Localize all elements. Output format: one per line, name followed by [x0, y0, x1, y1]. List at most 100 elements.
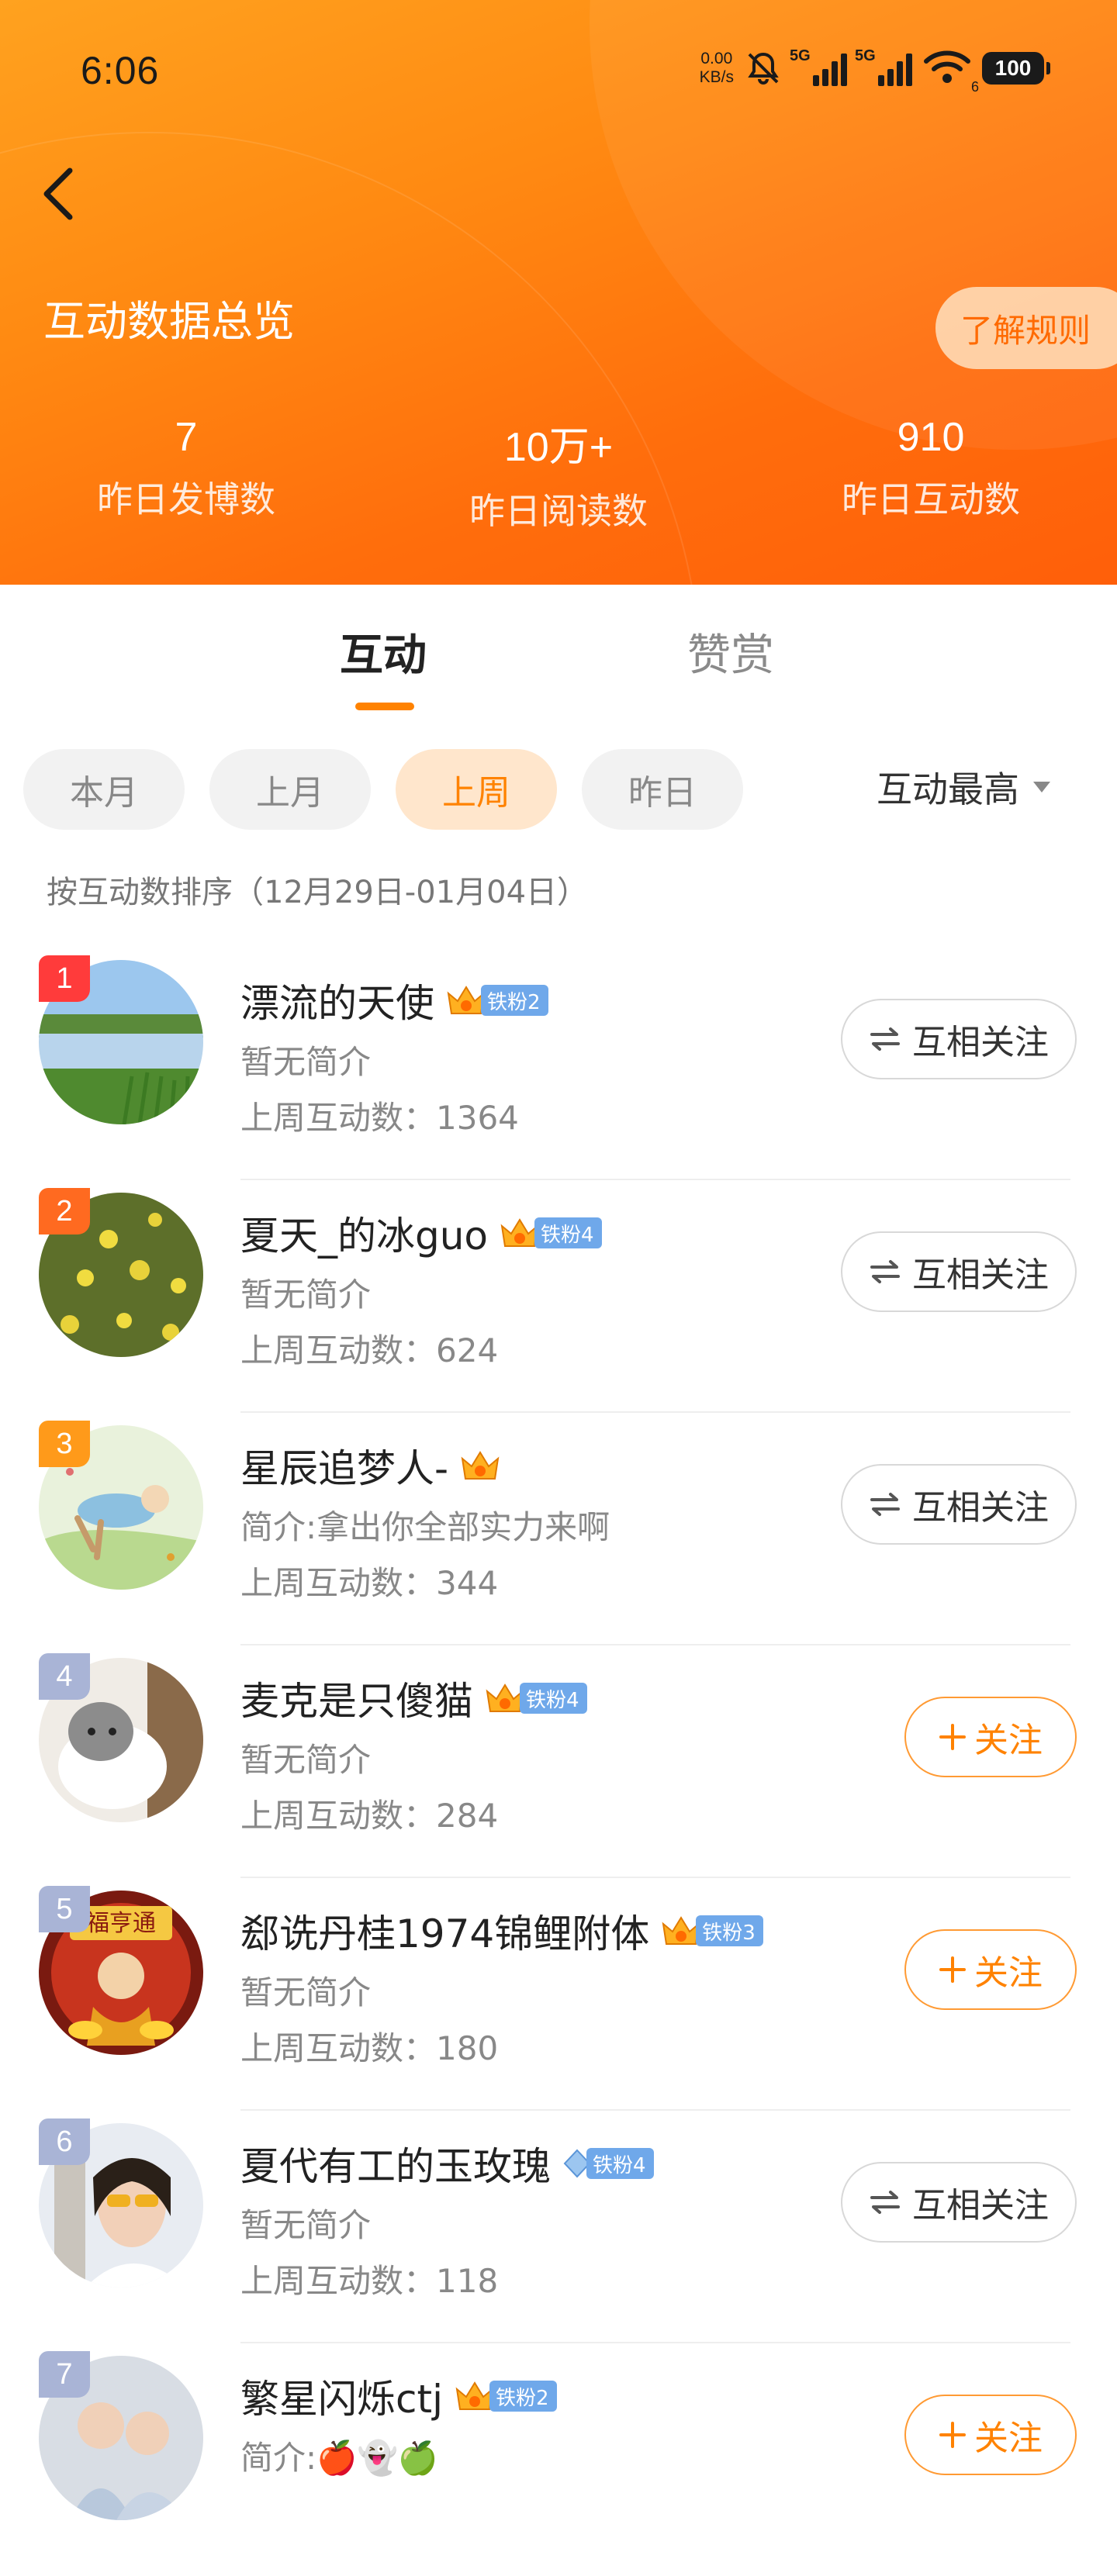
follow-button[interactable]: 关注 — [904, 1697, 1077, 1777]
rank-badge: 4 — [39, 1653, 90, 1700]
swap-arrows-icon — [870, 2191, 900, 2214]
battery-indicator: 100 — [982, 52, 1050, 85]
mutual-follow-label: 互相关注 — [912, 1255, 1049, 1295]
rank-badge: 7 — [39, 2351, 90, 2398]
user-name-row: 夏天_的冰guo 铁粉4 — [240, 1205, 602, 1261]
status-icons: 0.00 KB/s 5G 5G 6 100 — [700, 45, 1050, 95]
fan-badge: 铁粉2 — [454, 2379, 557, 2413]
swap-arrows-icon — [870, 1027, 900, 1051]
avatar-sign-text: 福亨通 — [86, 1910, 156, 1937]
rank-badge: 1 — [39, 955, 90, 1002]
stat-reads: 10万+ 昨日阅读数 — [411, 414, 706, 534]
filter-this-month[interactable]: 本月 — [23, 749, 185, 830]
rank-badge: 5 — [39, 1886, 90, 1932]
fan-badge: 铁粉3 — [660, 1914, 763, 1948]
tab-reward[interactable]: 赞赏 — [687, 620, 774, 683]
rank-badge: 2 — [39, 1188, 90, 1234]
stat-value: 910 — [897, 415, 965, 460]
range-note: 按互动数排序（12月29日-01月04日） — [47, 875, 589, 910]
list-item[interactable]: 4 麦克是只傻猫 铁粉4 暂无简介 上周互动数：284 关注 — [0, 1645, 1117, 1878]
list-item[interactable]: 2 夏天_的冰guo 铁粉4 暂无简介 上周互动数：624 互相关注 — [0, 1180, 1117, 1413]
mutual-follow-button[interactable]: 互相关注 — [841, 1464, 1077, 1545]
fan-badge: 铁粉4 — [562, 2146, 654, 2181]
stat-label: 昨日阅读数 — [469, 490, 648, 532]
stat-label: 昨日互动数 — [842, 478, 1020, 520]
user-bio: 简介:🍎👻🍏 — [240, 2439, 439, 2477]
fan-badge: 铁粉4 — [484, 1681, 587, 1715]
interaction-count: 上周互动数：1364 — [240, 1099, 519, 1137]
fan-level-label: 铁粉2 — [489, 2381, 557, 2412]
user-bio: 暂无简介 — [240, 1276, 372, 1314]
interaction-count: 上周互动数：118 — [240, 2262, 499, 2300]
rank-badge: 6 — [39, 2118, 90, 2165]
user-name[interactable]: 郄诜丹桂1974锦鲤附体 — [240, 1903, 649, 1959]
user-bio: 简介:拿出你全部实力来啊 — [240, 1508, 610, 1546]
page-title: 互动数据总览 — [43, 297, 295, 346]
list-item[interactable]: 7 繁星闪烁ctj 铁粉2 简介:🍎👻🍏 关注 — [0, 2343, 1117, 2576]
list-item[interactable]: 福亨通 5 郄诜丹桂1974锦鲤附体 铁粉3 暂无简介 上周互动数：180 关注 — [0, 1878, 1117, 2111]
user-name[interactable]: 漂流的天使 — [240, 972, 434, 1028]
back-button[interactable] — [36, 163, 82, 225]
swap-arrows-icon — [870, 1493, 900, 1516]
signal-label: 5G — [790, 47, 811, 64]
user-name-row: 漂流的天使 铁粉2 — [240, 972, 548, 1028]
user-name-row: 麦克是只傻猫 铁粉4 — [240, 1670, 587, 1726]
follow-button[interactable]: 关注 — [904, 1929, 1077, 2010]
fan-level-label: 铁粉2 — [481, 985, 548, 1016]
list-item[interactable]: 1 漂流的天使 铁粉2 暂无简介 上周互动数：1364 互相关注 — [0, 948, 1117, 1180]
signal-label: 5G — [855, 47, 876, 64]
fan-badge: 铁粉2 — [445, 983, 548, 1017]
rules-button[interactable]: 了解规则 — [935, 287, 1117, 369]
sort-dropdown[interactable]: 互动最高 — [877, 761, 1050, 813]
chevron-left-icon — [43, 167, 73, 220]
crown-icon — [461, 1451, 500, 1480]
mutual-follow-button[interactable]: 互相关注 — [841, 999, 1077, 1079]
follow-button[interactable]: 关注 — [904, 2395, 1077, 2475]
user-name[interactable]: 星辰追梦人- — [240, 1438, 448, 1493]
mutual-follow-button[interactable]: 互相关注 — [841, 2162, 1077, 2243]
user-bio: 暂无简介 — [240, 1043, 372, 1081]
user-name[interactable]: 夏代有工的玉玫瑰 — [240, 2136, 551, 2191]
wifi-icon: 6 — [923, 49, 979, 95]
user-name-row: 夏代有工的玉玫瑰 铁粉4 — [240, 2136, 654, 2191]
caret-down-icon — [1033, 782, 1050, 792]
net-speed-unit: KB/s — [699, 68, 734, 86]
user-bio: 暂无简介 — [240, 2206, 372, 2244]
signal-5g-1-icon: 5G — [790, 47, 847, 86]
user-name[interactable]: 夏天_的冰guo — [240, 1205, 488, 1261]
list-item[interactable]: 6 夏代有工的玉玫瑰 铁粉4 暂无简介 上周互动数：118 互相关注 — [0, 2111, 1117, 2343]
mutual-follow-label: 互相关注 — [912, 1488, 1049, 1528]
status-time: 6:06 — [81, 49, 160, 92]
signal-5g-2-icon: 5G — [855, 47, 912, 86]
mute-bell-icon — [748, 52, 779, 85]
follow-label: 关注 — [974, 1721, 1043, 1760]
filter-last-month[interactable]: 上月 — [209, 749, 371, 830]
fan-badge: 铁粉4 — [499, 1216, 602, 1250]
plus-icon — [939, 1724, 966, 1750]
tab-interaction[interactable]: 互动 — [340, 620, 427, 683]
plus-icon — [939, 1956, 966, 1983]
interaction-count: 上周互动数：624 — [240, 1331, 499, 1369]
mutual-follow-label: 互相关注 — [912, 2186, 1049, 2226]
fan-level-label: 铁粉4 — [520, 1683, 587, 1714]
header: 6:06 0.00 KB/s 5G 5G 6 100 互动数据总览 了解规则 7… — [0, 0, 1117, 585]
mutual-follow-button[interactable]: 互相关注 — [841, 1231, 1077, 1312]
list-item[interactable]: 3 星辰追梦人- 简介:拿出你全部实力来啊 上周互动数：344 互相关注 — [0, 1413, 1117, 1645]
user-name-row: 星辰追梦人- — [240, 1438, 501, 1493]
stat-interactions: 910 昨日互动数 — [783, 414, 1078, 523]
net-speed: 0.00 KB/s — [700, 50, 734, 87]
stat-posts: 7 昨日发博数 — [39, 414, 334, 523]
fan-level-label: 铁粉4 — [534, 1217, 602, 1248]
fan-level-label: 铁粉4 — [586, 2148, 654, 2179]
sort-label: 互动最高 — [877, 768, 1019, 810]
wifi-label: 6 — [970, 79, 979, 95]
interaction-count: 上周互动数：344 — [240, 1564, 499, 1602]
user-name[interactable]: 繁星闪烁ctj — [240, 2368, 443, 2424]
user-name-row: 繁星闪烁ctj 铁粉2 — [240, 2368, 557, 2424]
user-name[interactable]: 麦克是只傻猫 — [240, 1670, 473, 1726]
plus-icon — [939, 2422, 966, 2448]
interaction-count: 上周互动数：180 — [240, 2029, 499, 2067]
interaction-count: 上周互动数：284 — [240, 1797, 499, 1835]
filter-yesterday[interactable]: 昨日 — [582, 749, 743, 830]
filter-last-week[interactable]: 上周 — [396, 749, 557, 830]
